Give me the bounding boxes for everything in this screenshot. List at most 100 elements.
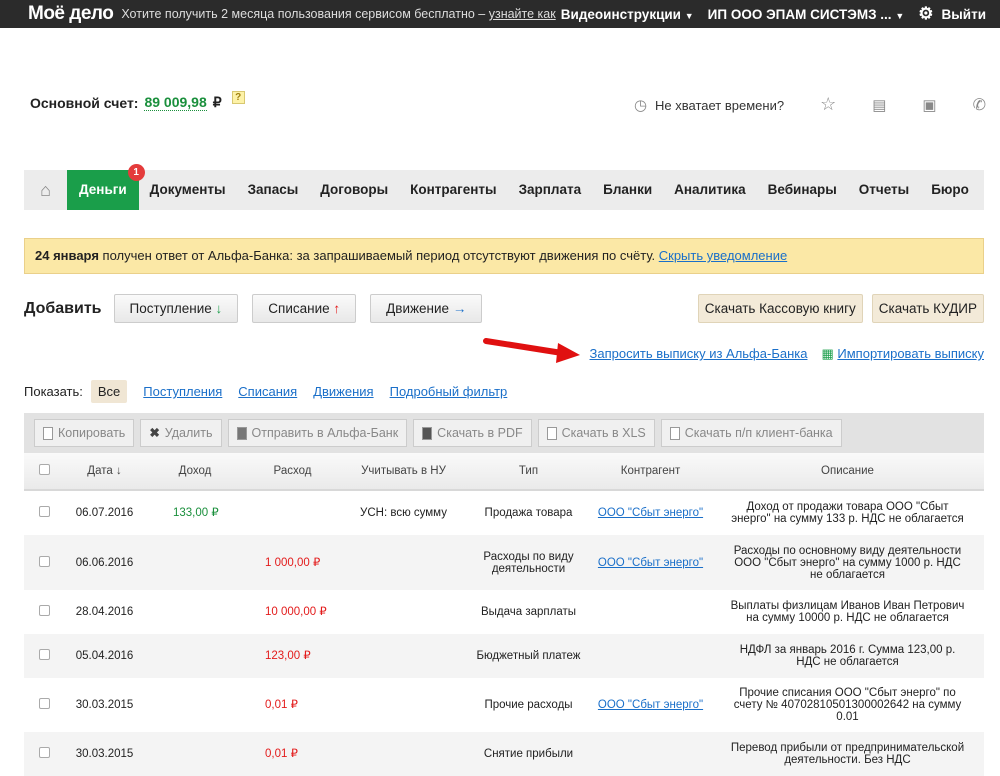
btn-label: Отправить в Альфа-Банк xyxy=(251,426,399,440)
nav-forms[interactable]: Бланки xyxy=(592,170,663,210)
row-contractor xyxy=(590,732,711,776)
row-checkbox[interactable] xyxy=(24,490,64,535)
row-income xyxy=(145,732,245,776)
nav-webinars[interactable]: Вебинары xyxy=(757,170,848,210)
request-statement-link[interactable]: Запросить выписку из Альфа-Банка xyxy=(590,346,808,362)
arrow-up-icon: ↑ xyxy=(333,301,341,316)
row-description: Выплаты физлицам Иванов Иван Петрович на… xyxy=(730,600,965,624)
col-date[interactable]: Дата ↓ xyxy=(64,453,145,491)
row-date: 28.04.2016 xyxy=(75,606,134,618)
video-menu[interactable]: Видеоинструкции ▼ xyxy=(561,7,694,22)
table-row[interactable]: 28.04.2016 10 000,00 ₽ Выдача зарплаты В… xyxy=(24,590,984,634)
btn-label: Движение xyxy=(386,301,450,316)
contractor-link[interactable]: ООО "Сбыт энерго" xyxy=(598,699,703,711)
row-nu xyxy=(340,535,467,590)
org-menu[interactable]: ИП ООО ЭПАМ СИСТЭМЗ ... ▼ xyxy=(708,7,905,22)
row-checkbox[interactable] xyxy=(24,535,64,590)
row-checkbox[interactable] xyxy=(24,590,64,634)
download-clientbank-button[interactable]: Скачать п/п клиент-банка xyxy=(660,419,842,447)
download-cashbook-button[interactable]: Скачать Кассовую книгу xyxy=(697,294,863,323)
row-type: Прочие расходы xyxy=(484,699,573,711)
row-income xyxy=(145,590,245,634)
phone-icon[interactable]: ✆ xyxy=(973,95,986,115)
col-expense: Расход xyxy=(245,453,340,491)
top-bar: Моё дело Хотите получить 2 месяца пользо… xyxy=(0,0,1000,28)
download-xls-button[interactable]: Скачать в XLS xyxy=(537,419,655,447)
row-expense: 0,01 ₽ xyxy=(245,732,340,776)
arrow-down-icon: ↓ xyxy=(215,301,223,316)
star-icon[interactable]: ☆ xyxy=(820,94,836,115)
nav-contractors[interactable]: Контрагенты xyxy=(399,170,507,210)
table-row[interactable]: 30.03.2015 0,01 ₽ Прочие расходы ООО "Сб… xyxy=(24,678,984,732)
home-icon[interactable]: ⌂ xyxy=(24,170,67,210)
nav-bureau[interactable]: Бюро xyxy=(920,170,980,210)
row-expense: 123,00 ₽ xyxy=(245,634,340,678)
btn-label: Удалить xyxy=(164,426,213,440)
row-type: Выдача зарплаты xyxy=(480,606,577,618)
table-row[interactable]: 06.07.2016 133,00 ₽ УСН: всю сумму Прода… xyxy=(24,490,984,535)
row-checkbox[interactable] xyxy=(24,678,64,732)
table-row[interactable]: 30.03.2015 0,01 ₽ Снятие прибыли Перевод… xyxy=(24,732,984,776)
add-move-button[interactable]: Движение → xyxy=(370,294,483,323)
filter-moves[interactable]: Движения xyxy=(313,384,373,399)
btn-label: Скачать п/п клиент-банка xyxy=(684,426,833,440)
contractor-link[interactable]: ООО "Сбыт энерго" xyxy=(598,557,703,569)
hide-notice-link[interactable]: Скрыть уведомление xyxy=(659,248,787,263)
logo[interactable]: Моё дело xyxy=(28,3,114,25)
nav-stocks[interactable]: Запасы xyxy=(237,170,310,210)
select-all-checkbox[interactable] xyxy=(24,453,64,491)
add-expense-button[interactable]: Списание ↑ xyxy=(252,294,357,323)
delete-icon: ✖ xyxy=(149,426,160,440)
help-icon[interactable]: ? xyxy=(231,91,245,104)
download-buttons: Скачать Кассовую книгу Скачать КУДИР xyxy=(697,294,984,323)
nav-contracts[interactable]: Договоры xyxy=(309,170,399,210)
copy-button[interactable]: Копировать xyxy=(34,419,135,447)
table-row[interactable]: 05.04.2016 123,00 ₽ Бюджетный платеж НДФ… xyxy=(24,634,984,678)
nav-analytics[interactable]: Аналитика xyxy=(663,170,756,210)
table-row[interactable]: 06.06.2016 1 000,00 ₽ Расходы по виду де… xyxy=(24,535,984,590)
notification-banner: 24 января получен ответ от Альфа-Банка: … xyxy=(24,238,984,274)
nav-money[interactable]: Деньги 1 xyxy=(67,164,145,210)
filter-detailed[interactable]: Подробный фильтр xyxy=(390,384,508,399)
filter-label: Показать: xyxy=(24,384,83,399)
row-nu: УСН: всю сумму xyxy=(360,507,447,519)
chat-icon[interactable]: ▤ xyxy=(872,96,886,114)
row-description: Доход от продажи товара ООО "Сбыт энерго… xyxy=(731,501,964,525)
filter-all[interactable]: Все xyxy=(90,380,128,403)
btn-label: Скачать в PDF xyxy=(437,426,523,440)
contact-card-icon[interactable]: ▣ xyxy=(922,96,936,114)
no-time-link[interactable]: ◷ Не хватает времени? xyxy=(634,96,784,114)
clock-icon: ◷ xyxy=(633,96,648,114)
filter-expenses[interactable]: Списания xyxy=(238,384,297,399)
filter-incomes[interactable]: Поступления xyxy=(143,384,222,399)
btn-label: Копировать xyxy=(58,426,126,440)
nav-salary[interactable]: Зарплата xyxy=(508,170,593,210)
exit-link[interactable]: Выйти xyxy=(942,7,987,22)
copy-icon xyxy=(43,426,53,440)
video-label: Видеоинструкции xyxy=(560,6,681,22)
gear-icon[interactable]: ⚙ xyxy=(918,4,933,24)
promo-label: Хотите получить 2 месяца пользования сер… xyxy=(121,7,486,21)
row-checkbox[interactable] xyxy=(24,634,64,678)
nav-reports[interactable]: Отчеты xyxy=(848,170,920,210)
send-bank-button[interactable]: Отправить в Альфа-Банк xyxy=(227,419,408,447)
import-statement-link[interactable]: ▦ Импортировать выписку xyxy=(821,346,984,362)
row-checkbox[interactable] xyxy=(24,732,64,776)
row-date: 06.07.2016 xyxy=(75,507,134,519)
notice-date: 24 января xyxy=(35,248,99,263)
download-pdf-button[interactable]: Скачать в PDF xyxy=(413,419,532,447)
nav-documents[interactable]: Документы xyxy=(139,170,237,210)
promo-link[interactable]: узнайте как xyxy=(489,7,556,21)
add-income-button[interactable]: Поступление ↓ xyxy=(113,294,239,323)
contractor-link[interactable]: ООО "Сбыт энерго" xyxy=(598,507,703,519)
download-kudir-button[interactable]: Скачать КУДИР xyxy=(871,294,984,323)
btn-label: Списание xyxy=(268,301,330,316)
row-contractor xyxy=(590,590,711,634)
row-expense: 0,01 ₽ xyxy=(265,699,298,711)
no-time-label: Не хватает времени? xyxy=(655,97,785,113)
row-type: Продажа товара xyxy=(484,507,573,519)
btn-label: Скачать в XLS xyxy=(561,426,646,440)
account-sum[interactable]: 89 009,98 xyxy=(144,94,207,111)
chevron-down-icon: ▼ xyxy=(684,10,694,21)
delete-button[interactable]: ✖ Удалить xyxy=(140,419,222,447)
